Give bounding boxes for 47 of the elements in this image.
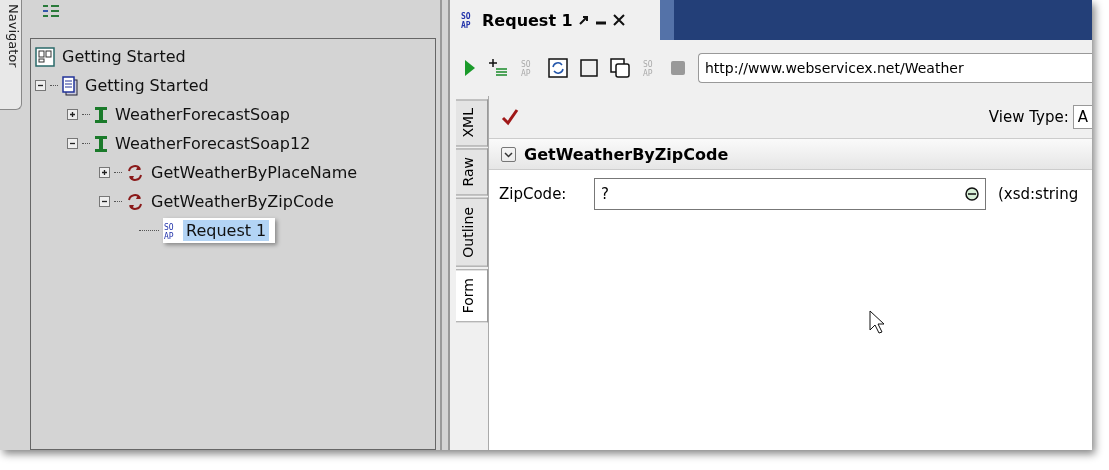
side-tab[interactable]: Form [456,268,488,322]
expand-icon[interactable] [99,167,110,178]
collapse-icon[interactable] [501,146,516,162]
refresh-icon[interactable] [548,58,568,78]
tree-item[interactable]: WeatherForecastSoap12 [112,133,314,154]
arrows-icon [126,192,144,211]
documents-icon [62,75,78,96]
tree-item[interactable]: WeatherForecastSoap [112,104,293,125]
field-type: (xsd:string [998,185,1079,203]
side-tab[interactable]: Outline [456,197,488,267]
tree-item[interactable]: Getting Started [59,46,189,67]
collapse-icon[interactable] [99,196,110,207]
detach-icon[interactable] [578,15,589,25]
workspace-icon [35,46,55,67]
expand-icon[interactable] [67,109,78,120]
add-step-icon[interactable] [488,59,508,77]
side-tab[interactable]: XML [456,99,488,147]
play-icon[interactable] [464,59,476,77]
tree-item[interactable]: Getting Started [82,75,212,96]
navigator-tab[interactable]: Navigator [0,0,22,110]
section-title: GetWeatherByZipCode [524,144,729,164]
soap-icon: SO AP [163,221,179,240]
view-type-dropdown[interactable]: A [1072,105,1092,129]
list-icon[interactable] [42,4,60,18]
interface-icon [94,133,108,154]
side-tab[interactable]: Raw [456,148,488,196]
close-icon[interactable] [612,14,625,26]
null-icon[interactable] [965,187,979,201]
tree-item[interactable]: GetWeatherByZipCode [148,191,337,212]
check-icon[interactable] [501,108,519,126]
cursor-icon [869,310,885,334]
endpoint-field[interactable]: http://www.webservicex.net/Weather [698,53,1092,83]
field-label: ZipCode: [499,185,568,203]
zip-code-field[interactable]: ? [594,178,986,210]
view-type-label: View Type: [988,108,1069,126]
tab-edge [660,0,674,40]
arrows-icon [126,163,144,182]
interface-icon [94,104,108,125]
tab-title: Request 1 [482,10,573,30]
tree-item[interactable]: Request 1 [183,220,270,241]
tree-item[interactable]: GetWeatherByPlaceName [148,162,361,183]
soap-icon: SO AP [460,11,476,29]
copy-icon[interactable] [610,58,630,78]
collapse-icon[interactable] [67,138,78,149]
square-icon[interactable] [580,59,598,77]
editor-tab[interactable]: SO AP Request 1 [450,0,660,40]
collapse-icon[interactable] [35,80,46,91]
